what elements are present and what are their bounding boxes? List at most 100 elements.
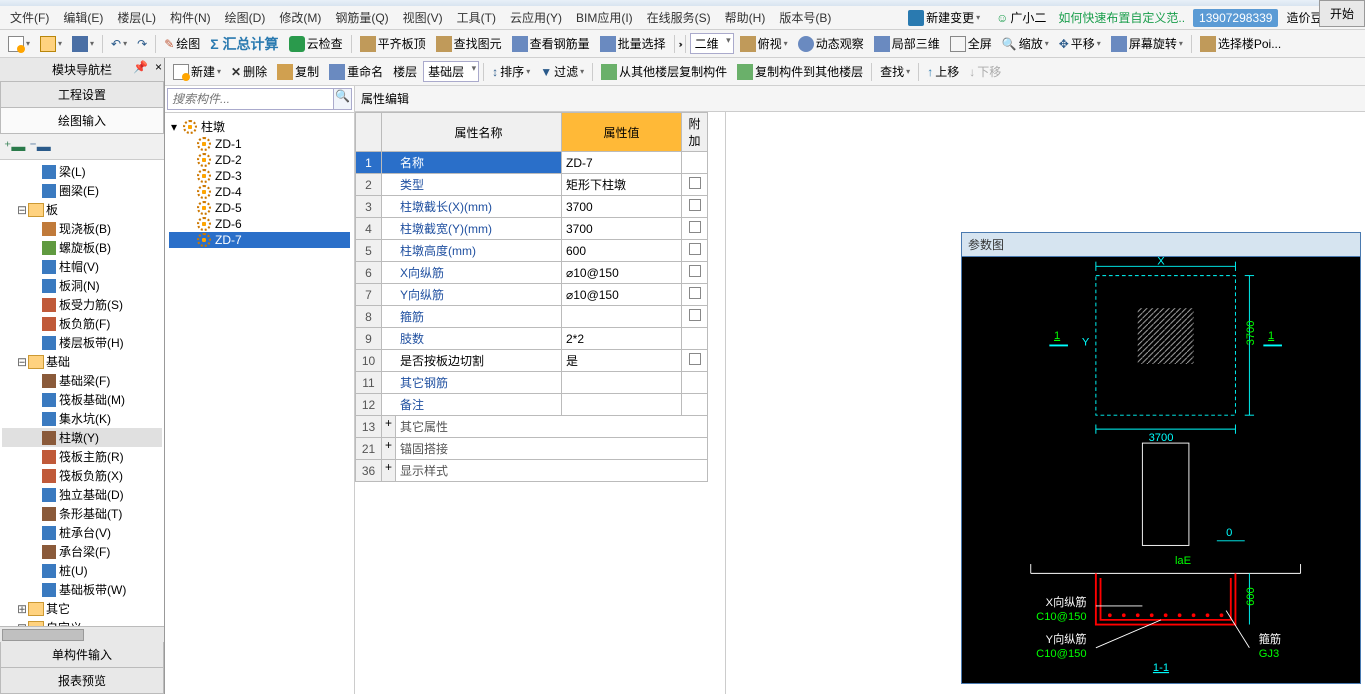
tree-node[interactable]: ⊞其它 [2,599,162,618]
menu-floor[interactable]: 楼层(L) [111,7,162,28]
comp-item[interactable]: ZD-5 [169,200,350,216]
user-avatar[interactable]: ☺ 广小二 [992,7,1050,28]
draw-input-tab[interactable]: 绘图输入 [0,107,164,134]
property-row[interactable]: 5柱墩高度(mm)600 [356,240,708,262]
tree-node[interactable]: 基础梁(F) [2,371,162,390]
comp-item[interactable]: ZD-4 [169,184,350,200]
menu-file[interactable]: 文件(F) [4,7,55,28]
dynamic-view-button[interactable]: 动态观察 [794,33,868,54]
tree-node[interactable]: 筏板基础(M) [2,390,162,409]
tree-node[interactable]: 板负筋(F) [2,314,162,333]
copy-from-floor-button[interactable]: 从其他楼层复制构件 [597,61,731,82]
tree-node[interactable]: 筏板负筋(X) [2,466,162,485]
tree-node[interactable]: ⊟自定义 [2,618,162,626]
tree-node[interactable]: 圈梁(E) [2,181,162,200]
fullscreen-button[interactable]: 全屏 [946,33,996,54]
comp-item[interactable]: ZD-7 [169,232,350,248]
property-row[interactable]: 2类型矩形下柱墩 [356,174,708,196]
checkbox[interactable] [689,221,701,233]
canvas-area[interactable]: 参数图 [725,112,1365,694]
property-table[interactable]: 属性名称属性值附加1名称ZD-72类型矩形下柱墩3柱墩截长(X)(mm)3700… [355,112,708,482]
filter-button[interactable]: ▼过滤▾ [536,61,588,82]
menu-bim[interactable]: BIM应用(I) [570,7,639,28]
start-button[interactable]: 开始 [1319,0,1365,27]
property-row[interactable]: 11其它钢筋 [356,372,708,394]
sort-button[interactable]: ↕排序▾ [488,61,534,82]
cloud-check-button[interactable]: 云检查 [285,33,347,54]
floor-combo[interactable]: 基础层 [423,61,479,82]
select-floor-button[interactable]: 选择楼Poi... [1196,33,1285,54]
move-down-button[interactable]: ↓下移 [965,61,1005,82]
menu-tools[interactable]: 工具(T) [451,7,502,28]
view-mode-combo[interactable]: 二维 [690,33,734,54]
draw-button[interactable]: ✎绘图 [160,33,204,54]
batch-select-button[interactable]: 批量选择 [596,33,670,54]
checkbox[interactable] [689,287,701,299]
property-row[interactable]: 7Y向纵筋⌀10@150 [356,284,708,306]
checkbox[interactable] [689,243,701,255]
property-row[interactable]: 8箍筋 [356,306,708,328]
checkbox[interactable] [689,353,701,365]
property-group-row[interactable]: 21+锚固搭接 [356,438,708,460]
tree-node[interactable]: 独立基础(D) [2,485,162,504]
flat-top-button[interactable]: 平齐板顶 [356,33,430,54]
tree-node[interactable]: 集水坑(K) [2,409,162,428]
top-view-button[interactable]: 俯视▾ [736,33,792,54]
tree-node[interactable]: 筏板主筋(R) [2,447,162,466]
tree-node[interactable]: 螺旋板(B) [2,238,162,257]
property-row[interactable]: 9肢数2*2 [356,328,708,350]
tree-node[interactable]: 柱帽(V) [2,257,162,276]
property-group-row[interactable]: 13+其它属性 [356,416,708,438]
property-row[interactable]: 4柱墩截宽(Y)(mm)3700 [356,218,708,240]
tree-node[interactable]: 板洞(N) [2,276,162,295]
menu-component[interactable]: 构件(N) [164,7,217,28]
phone-badge[interactable]: 13907298339 [1193,9,1278,27]
pin-icon[interactable]: 📌 [133,60,148,74]
checkbox[interactable] [689,177,701,189]
menu-view[interactable]: 视图(V) [397,7,449,28]
checkbox[interactable] [689,265,701,277]
tree-node[interactable]: 承台梁(F) [2,542,162,561]
property-row[interactable]: 12备注 [356,394,708,416]
single-input-tab[interactable]: 单构件输入 [0,641,164,668]
comp-item[interactable]: ZD-2 [169,152,350,168]
tree-node[interactable]: 柱墩(Y) [2,428,162,447]
comp-copy-button[interactable]: 复制 [273,61,323,82]
tree-node[interactable]: 现浇板(B) [2,219,162,238]
property-row[interactable]: 10是否按板边切割是 [356,350,708,372]
move-up-button[interactable]: ↑上移 [923,61,963,82]
menu-modify[interactable]: 修改(M) [273,7,327,28]
tree-node[interactable]: 桩(U) [2,561,162,580]
zoom-button[interactable]: 🔍缩放▾ [998,33,1053,54]
menu-edit[interactable]: 编辑(E) [57,7,109,28]
comp-delete-button[interactable]: ✕删除 [227,61,271,82]
copy-to-floor-button[interactable]: 复制构件到其他楼层 [733,61,867,82]
save-button[interactable]: ▾ [68,34,98,54]
project-settings-tab[interactable]: 工程设置 [0,81,164,108]
local-3d-button[interactable]: 局部三维 [870,33,944,54]
component-tree[interactable]: ▾柱墩ZD-1ZD-2ZD-3ZD-4ZD-5ZD-6ZD-7 [165,113,354,694]
property-row[interactable]: 3柱墩截长(X)(mm)3700 [356,196,708,218]
new-change-button[interactable]: 新建变更▾ [904,7,984,28]
menu-rebar-qty[interactable]: 钢筋量(Q) [329,7,394,28]
find-comp-button[interactable]: 查找▾ [876,61,914,82]
open-button[interactable]: ▾ [36,34,66,54]
search-input[interactable] [167,88,334,110]
collapse-all-icon[interactable]: ⁻▬ [29,138,50,155]
comp-item[interactable]: ZD-1 [169,136,350,152]
menu-cloud[interactable]: 云应用(Y) [504,7,568,28]
comp-rename-button[interactable]: 重命名 [325,61,387,82]
rotate-button[interactable]: 屏幕旋转▾ [1107,33,1187,54]
menu-version[interactable]: 版本号(B) [773,7,837,28]
close-icon[interactable]: × [155,60,162,74]
checkbox[interactable] [689,309,701,321]
tip-link[interactable]: 如何快速布置自定义范.. [1058,9,1185,26]
comp-item[interactable]: ZD-3 [169,168,350,184]
sum-button[interactable]: Σ 汇总计算 [206,32,282,56]
comp-item[interactable]: ZD-6 [169,216,350,232]
find-elem-button[interactable]: 查找图元 [432,33,506,54]
tree-node[interactable]: 桩承台(V) [2,523,162,542]
property-row[interactable]: 1名称ZD-7 [356,152,708,174]
nav-tree[interactable]: 梁(L)圈梁(E)⊟板现浇板(B)螺旋板(B)柱帽(V)板洞(N)板受力筋(S)… [0,160,164,626]
tree-node[interactable]: 楼层板带(H) [2,333,162,352]
